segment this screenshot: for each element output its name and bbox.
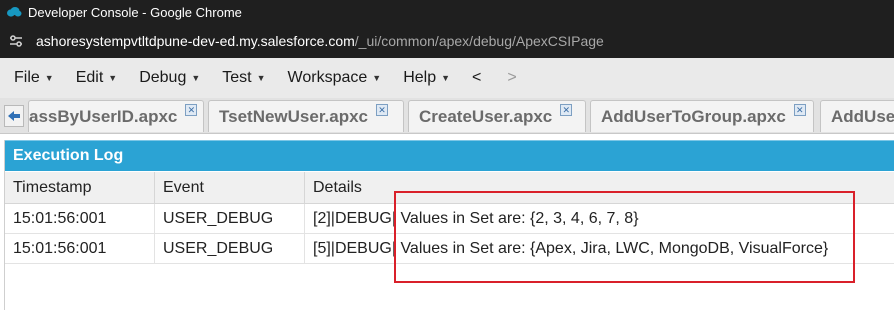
salesforce-cloud-icon: [6, 4, 22, 20]
close-icon[interactable]: ✕: [375, 104, 388, 116]
cell-event: USER_DEBUG: [155, 204, 305, 233]
menu-test[interactable]: Test ▼: [222, 69, 265, 87]
menu-workspace-label: Workspace: [287, 69, 368, 86]
tab-label: TsetNewUser.apxc: [219, 106, 368, 126]
menu-file[interactable]: File ▼: [14, 69, 54, 87]
menu-help-label: Help: [403, 69, 437, 86]
url-path: /_ui/common/apex/debug/ApexCSIPage: [354, 33, 604, 49]
nav-back-button[interactable]: <: [472, 69, 481, 87]
tab-label: assByUserID.apxc: [29, 106, 178, 126]
chevron-down-icon: ▼: [191, 73, 201, 83]
tab-createuser[interactable]: CreateUser.apxc ✕: [408, 100, 586, 132]
address-bar[interactable]: ashoresystempvtltdpune-dev-ed.my.salesfo…: [0, 24, 894, 58]
menu-bar: File ▼ Edit ▼ Debug ▼ Test ▼ Workspace ▼ Help…: [0, 58, 894, 98]
close-icon[interactable]: ✕: [560, 104, 573, 116]
editor-tab-strip: assByUserID.apxc ✕ TsetNewUser.apxc ✕ Cr…: [0, 98, 894, 134]
execution-log-header: Execution Log: [5, 140, 894, 171]
window-title-bar: Developer Console - Google Chrome: [0, 0, 894, 24]
column-header-timestamp[interactable]: Timestamp: [5, 172, 155, 203]
column-header-details[interactable]: Details: [305, 172, 894, 203]
log-grid-header: Timestamp Event Details: [5, 172, 894, 204]
tab-assbyuserid[interactable]: assByUserID.apxc ✕: [28, 100, 204, 132]
table-row[interactable]: 15:01:56:001 USER_DEBUG [2]|DEBUG| Value…: [5, 204, 894, 234]
menu-debug[interactable]: Debug ▼: [139, 69, 200, 87]
back-arrow-icon[interactable]: [4, 105, 24, 127]
tab-label: AddUserToGroup.apxc: [601, 106, 786, 126]
tab-label: AddUse: [831, 106, 894, 126]
tab-tsetnewuser[interactable]: TsetNewUser.apxc ✕: [208, 100, 404, 132]
column-header-event[interactable]: Event: [155, 172, 305, 203]
menu-workspace[interactable]: Workspace ▼: [288, 69, 382, 87]
cell-timestamp: 15:01:56:001: [5, 204, 155, 233]
close-icon[interactable]: ✕: [185, 104, 198, 116]
tab-adduse[interactable]: AddUse: [820, 100, 894, 132]
menu-file-label: File: [14, 69, 40, 86]
chevron-down-icon: ▼: [44, 73, 54, 83]
site-settings-icon[interactable]: [6, 31, 26, 51]
execution-log-panel: Execution Log Timestamp Event Details 15…: [4, 140, 894, 310]
tab-label: CreateUser.apxc: [419, 106, 553, 126]
menu-debug-label: Debug: [139, 69, 187, 86]
menu-help[interactable]: Help ▼: [403, 69, 450, 87]
menu-edit[interactable]: Edit ▼: [76, 69, 118, 87]
chevron-down-icon: ▼: [256, 73, 266, 83]
menu-edit-label: Edit: [75, 69, 104, 86]
close-icon[interactable]: ✕: [793, 104, 806, 116]
cell-timestamp: 15:01:56:001: [5, 234, 155, 263]
cell-details: [5]|DEBUG| Values in Set are: {Apex, Jir…: [313, 239, 829, 257]
cell-event: USER_DEBUG: [155, 234, 305, 263]
chevron-down-icon: ▼: [441, 73, 451, 83]
panel-title: Execution Log: [13, 147, 124, 164]
table-row[interactable]: 15:01:56:001 USER_DEBUG [5]|DEBUG| Value…: [5, 234, 894, 264]
chevron-down-icon: ▼: [372, 73, 382, 83]
url-text[interactable]: ashoresystempvtltdpune-dev-ed.my.salesfo…: [36, 33, 604, 49]
menu-test-label: Test: [222, 69, 252, 86]
chevron-down-icon: ▼: [108, 73, 118, 83]
window-title: Developer Console - Google Chrome: [28, 4, 242, 20]
nav-forward-button[interactable]: >: [507, 69, 516, 87]
url-host: ashoresystempvtltdpune-dev-ed.my.salesfo…: [36, 33, 355, 49]
cell-details: [2]|DEBUG| Values in Set are: {2, 3, 4, …: [313, 209, 639, 227]
tab-addusertogroup[interactable]: AddUserToGroup.apxc ✕: [590, 100, 814, 132]
